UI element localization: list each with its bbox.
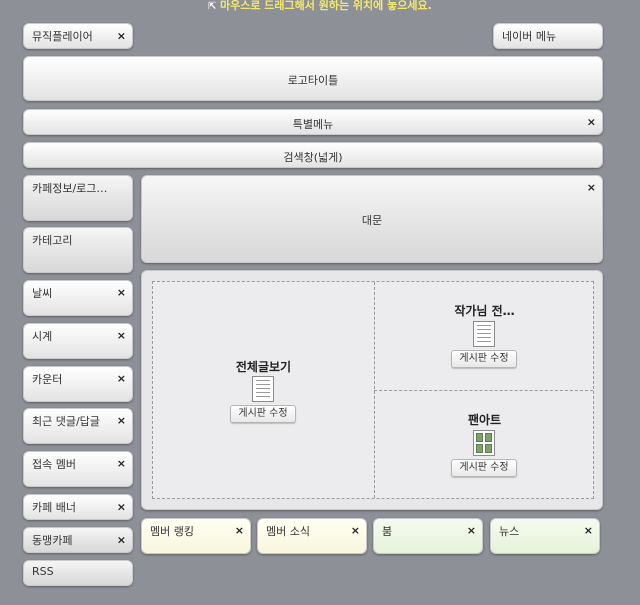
board-title-author: 작가님 전… (454, 304, 515, 318)
widget-label: 특별메뉴 (292, 118, 334, 131)
close-icon[interactable]: × (587, 182, 596, 193)
close-icon[interactable]: × (117, 31, 126, 42)
widget-special-menu[interactable]: 특별메뉴 × (23, 109, 603, 135)
cursor-icon: ⇱ (208, 1, 217, 12)
widget-member-news[interactable]: 멤버 소식 × (257, 518, 367, 554)
close-icon[interactable]: × (117, 330, 126, 341)
widget-label: 로고타이틀 (287, 74, 339, 87)
widget-label: 동맹카페 (32, 534, 73, 547)
gallery-icon (473, 430, 495, 456)
widget-label: RSS (32, 565, 54, 578)
close-icon[interactable]: × (235, 525, 244, 536)
close-icon[interactable]: × (467, 525, 476, 536)
close-icon[interactable]: × (584, 525, 593, 536)
board-area: 전체글보기 게시판 수정 작가님 전… 게시판 수정 팬아트 게시판 수정 (141, 270, 603, 510)
close-icon[interactable]: × (587, 117, 596, 128)
widget-label: 대문 (361, 214, 383, 227)
widget-label: 카테고리 (32, 234, 73, 247)
edit-board-button[interactable]: 게시판 수정 (451, 459, 517, 477)
edit-board-button[interactable]: 게시판 수정 (230, 405, 296, 423)
widget-news[interactable]: 뉴스 × (490, 518, 600, 554)
close-icon[interactable]: × (117, 535, 126, 546)
widget-member-ranking[interactable]: 멤버 랭킹 × (141, 518, 251, 554)
edit-board-button[interactable]: 게시판 수정 (451, 350, 517, 368)
widget-weather[interactable]: 날씨 × (23, 280, 133, 316)
widget-recent-comments[interactable]: 최근 댓글/답글 × (23, 408, 133, 444)
widget-label: 카페정보/로그… (32, 182, 108, 195)
widget-label: 네이버 메뉴 (502, 30, 557, 43)
widget-label: 카페 배너 (32, 501, 76, 514)
widget-label: 카운터 (32, 373, 63, 386)
widget-label: 접속 멤버 (32, 458, 76, 471)
document-icon (252, 376, 274, 402)
widget-logo-title[interactable]: 로고타이틀 (23, 56, 603, 101)
widget-label: 붐 (382, 525, 393, 538)
document-icon (473, 321, 495, 347)
widget-label: 멤버 랭킹 (150, 525, 194, 538)
widget-label: 멤버 소식 (266, 525, 310, 538)
close-icon[interactable]: × (117, 373, 126, 384)
widget-cafe-info[interactable]: 카페정보/로그… (23, 175, 133, 221)
widget-cafe-banner[interactable]: 카페 배너 × (23, 494, 133, 520)
widget-category[interactable]: 카테고리 (23, 227, 133, 273)
widget-naver-menu[interactable]: 네이버 메뉴 (493, 23, 603, 49)
divider-horizontal (374, 390, 593, 391)
close-icon[interactable]: × (117, 502, 126, 513)
close-icon[interactable]: × (117, 458, 126, 469)
widget-counter[interactable]: 카운터 × (23, 366, 133, 402)
close-icon[interactable]: × (117, 415, 126, 426)
widget-clock[interactable]: 시계 × (23, 323, 133, 359)
close-icon[interactable]: × (117, 287, 126, 298)
board-title-all-posts: 전체글보기 (235, 360, 292, 374)
widget-main-gate[interactable]: 대문 × (141, 175, 603, 263)
widget-search-wide[interactable]: 검색창(넓게) (23, 142, 603, 168)
widget-book[interactable]: 붐 × (373, 518, 483, 554)
widget-music-player[interactable]: 뮤직플레이어 × (23, 23, 133, 49)
widget-label: 날씨 (32, 287, 53, 300)
drag-hint: ⇱ 마우스로 드래그해서 원하는 위치에 놓으세요. (208, 0, 432, 12)
close-icon[interactable]: × (351, 525, 360, 536)
widget-rss[interactable]: RSS (23, 560, 133, 586)
widget-online-members[interactable]: 접속 멤버 × (23, 451, 133, 487)
widget-label: 검색창(넓게) (283, 151, 343, 164)
widget-label: 시계 (32, 330, 53, 343)
widget-label: 뉴스 (499, 525, 520, 538)
widget-label: 최근 댓글/답글 (32, 415, 100, 428)
widget-alumni-cafe[interactable]: 동맹카페 × (23, 527, 133, 553)
drag-hint-text: 마우스로 드래그해서 원하는 위치에 놓으세요. (220, 0, 432, 12)
widget-label: 뮤직플레이어 (32, 30, 93, 43)
board-dropzone: 전체글보기 게시판 수정 작가님 전… 게시판 수정 팬아트 게시판 수정 (152, 281, 594, 499)
board-title-fanart: 팬아트 (467, 413, 502, 427)
